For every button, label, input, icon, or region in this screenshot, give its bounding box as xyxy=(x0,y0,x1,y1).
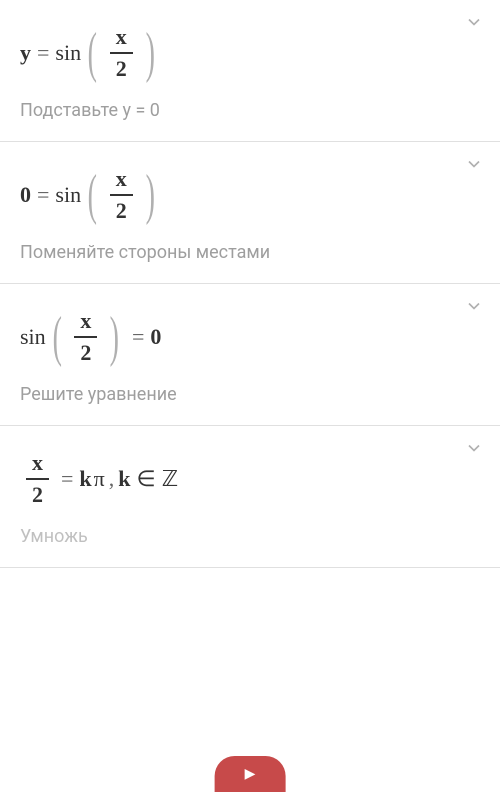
equation: sin ( x 2 ) = 0 xyxy=(20,308,480,366)
fraction: x 2 xyxy=(110,166,133,224)
coefficient-k: k xyxy=(79,466,91,492)
integer-set-symbol: ℤ xyxy=(162,466,178,492)
parentheses: ( x 2 ) xyxy=(46,308,126,366)
paren-right-icon: ) xyxy=(145,25,154,81)
paren-right-icon: ) xyxy=(145,167,154,223)
rhs-value: 0 xyxy=(150,324,161,350)
solution-step-2: 0 = sin ( x 2 ) Поменяйте стороны местам… xyxy=(0,142,500,284)
fraction: x 2 xyxy=(26,450,49,508)
play-icon: ▶ xyxy=(245,766,256,782)
parentheses: ( x 2 ) xyxy=(81,166,161,224)
numerator: x xyxy=(74,308,97,336)
equals-sign: = xyxy=(37,40,49,66)
function-name: sin xyxy=(55,40,81,66)
step-instruction: Решите уравнение xyxy=(20,384,480,405)
fraction: x 2 xyxy=(110,24,133,82)
denominator: 2 xyxy=(110,54,133,82)
lhs-var: 0 xyxy=(20,182,31,208)
chevron-down-icon[interactable] xyxy=(464,154,484,178)
paren-left-icon: ( xyxy=(88,167,97,223)
equation: x 2 = k π , k ∈ ℤ xyxy=(20,450,480,508)
solution-step-1: y = sin ( x 2 ) Подставьте y = 0 xyxy=(0,0,500,142)
paren-left-icon: ( xyxy=(52,309,61,365)
equals-sign: = xyxy=(61,466,73,492)
paren-left-icon: ( xyxy=(88,25,97,81)
solution-step-3: sin ( x 2 ) = 0 Решите уравнение xyxy=(0,284,500,426)
denominator: 2 xyxy=(74,338,97,366)
parentheses: ( x 2 ) xyxy=(81,24,161,82)
function-name: sin xyxy=(20,324,46,350)
equals-sign: = xyxy=(132,324,144,350)
condition-k: k xyxy=(118,466,130,492)
comma: , xyxy=(109,466,115,492)
numerator: x xyxy=(110,166,133,194)
step-instruction: Умножь xyxy=(20,526,480,547)
element-of-symbol: ∈ xyxy=(137,466,156,492)
chevron-down-icon[interactable] xyxy=(464,296,484,320)
denominator: 2 xyxy=(26,480,49,508)
chevron-down-icon[interactable] xyxy=(464,438,484,462)
equation: 0 = sin ( x 2 ) xyxy=(20,166,480,224)
step-instruction: Поменяйте стороны местами xyxy=(20,242,480,263)
solution-step-4: x 2 = k π , k ∈ ℤ Умножь xyxy=(0,426,500,568)
chevron-down-icon[interactable] xyxy=(464,12,484,36)
pi-symbol: π xyxy=(94,466,105,492)
bottom-action-button[interactable]: ▶ xyxy=(215,756,286,792)
denominator: 2 xyxy=(110,196,133,224)
lhs-var: y xyxy=(20,40,31,66)
step-instruction: Подставьте y = 0 xyxy=(20,100,480,121)
fraction: x 2 xyxy=(74,308,97,366)
function-name: sin xyxy=(55,182,81,208)
equals-sign: = xyxy=(37,182,49,208)
equation: y = sin ( x 2 ) xyxy=(20,24,480,82)
numerator: x xyxy=(26,450,49,478)
numerator: x xyxy=(110,24,133,52)
paren-right-icon: ) xyxy=(110,309,119,365)
